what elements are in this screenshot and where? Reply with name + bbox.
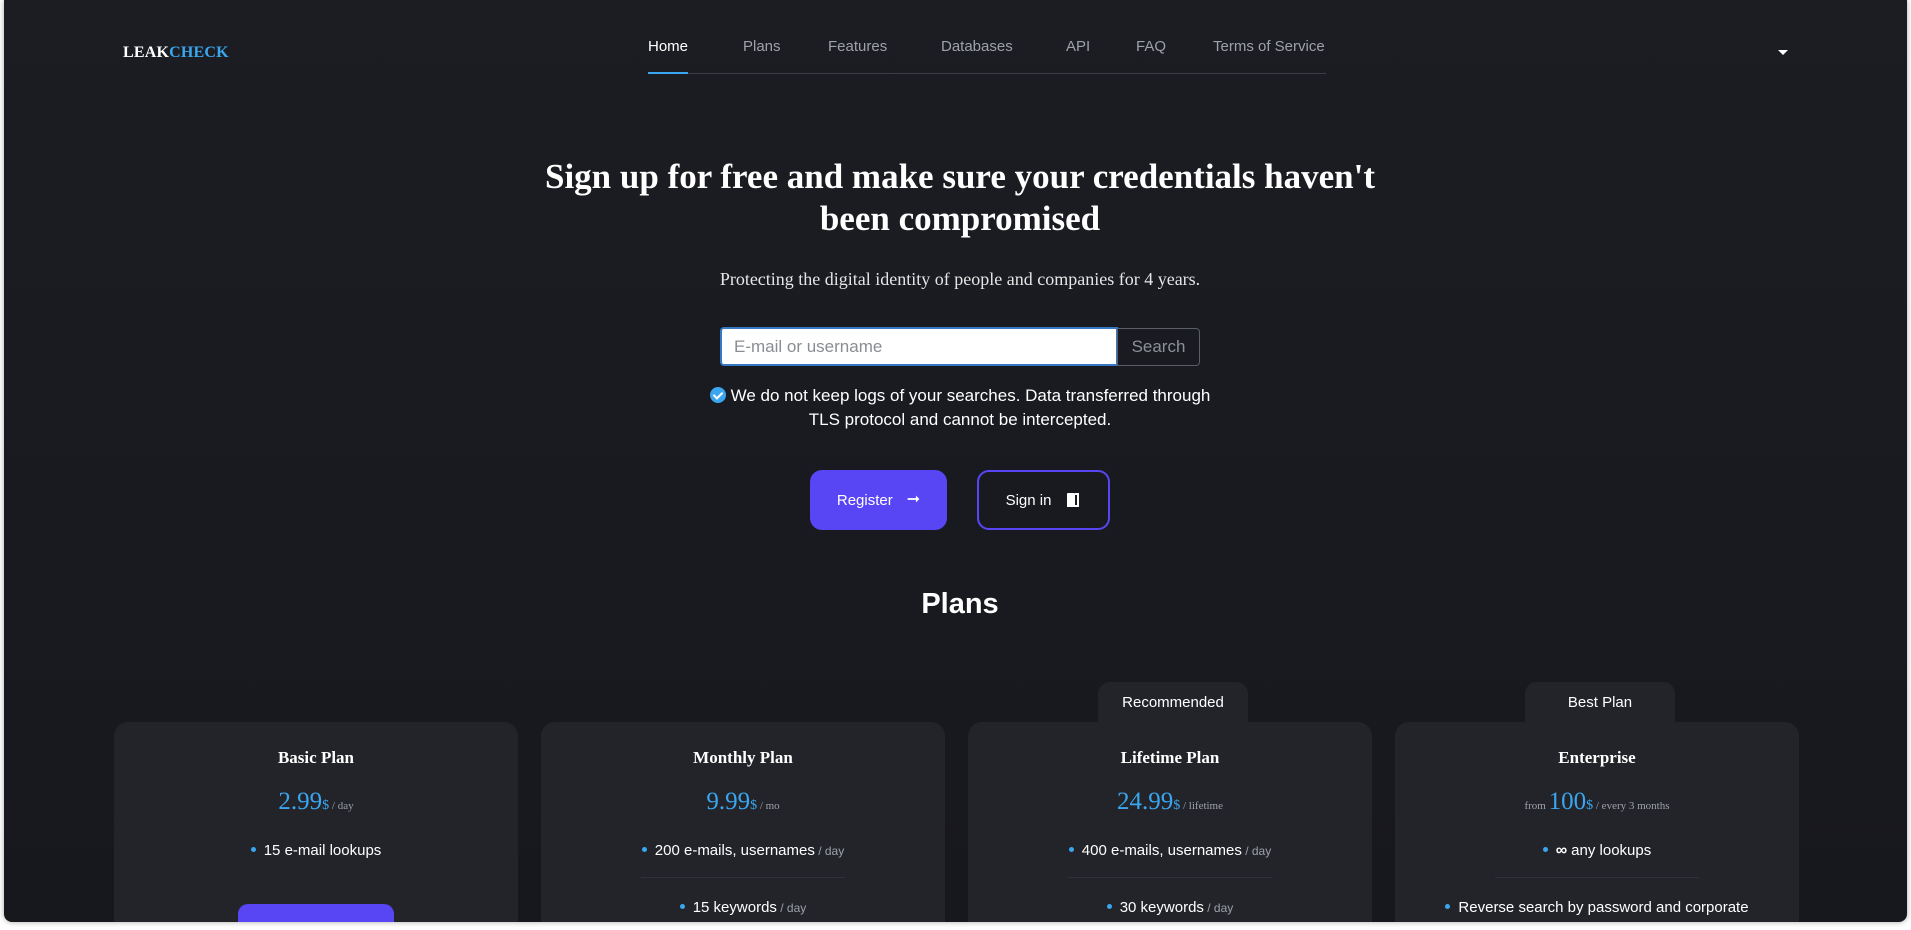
plan-divider <box>1495 877 1699 878</box>
nav-item-plans[interactable]: Plans <box>743 38 781 55</box>
plan-feature: 400 e-mails, usernames / day <box>968 842 1372 859</box>
signin-label: Sign in <box>1005 491 1052 509</box>
plan-price: 9.99$ / mo <box>706 788 780 815</box>
plan-card-enterprise: Enterprise from 100$ / every 3 months ∞ a… <box>1395 722 1799 922</box>
plan-card-basic: Basic Plan 2.99$ / day 15 e-mail lookups <box>114 722 518 922</box>
plan-price: 24.99$ / lifetime <box>1116 788 1223 815</box>
search-input[interactable] <box>720 327 1118 366</box>
plan-feature: Reverse search by password and corporate <box>1395 899 1799 916</box>
register-button[interactable]: Register ➞ <box>810 470 947 530</box>
hero-title: Sign up for free and make sure your cred… <box>544 157 1375 238</box>
plan-feature: 30 keywords / day <box>968 899 1372 916</box>
door-icon <box>1065 492 1081 508</box>
logo-part-check: CHECK <box>169 44 229 61</box>
signin-button[interactable]: Sign in <box>977 470 1110 530</box>
infinity-icon: ∞ <box>1555 842 1568 859</box>
chevron-down-icon[interactable] <box>1778 50 1788 55</box>
plan-feature: 15 e-mail lookups <box>114 842 518 859</box>
plan-card-monthly: Monthly Plan 9.99$ / mo 200 e-mails, use… <box>541 722 945 922</box>
app-window: LEAKCHECK Home Plans Features Databases … <box>4 0 1907 922</box>
plan-title: Monthly Plan <box>693 748 793 767</box>
plans-title: Plans <box>921 588 999 620</box>
plan-title: Enterprise <box>1558 748 1636 767</box>
nav-item-terms[interactable]: Terms of Service <box>1213 38 1325 55</box>
arrow-right-icon: ➞ <box>906 491 921 508</box>
privacy-notice: We do not keep logs of your searches. Da… <box>704 384 1216 432</box>
search-button[interactable]: Search <box>1117 328 1200 366</box>
privacy-notice-text: We do not keep logs of your searches. Da… <box>730 386 1211 429</box>
plan-badge-best: Best Plan <box>1525 682 1675 724</box>
plan-price: 2.99$ / day <box>278 788 354 815</box>
plan-title: Basic Plan <box>277 748 355 767</box>
hero-subtitle: Protecting the digital identity of peopl… <box>719 269 1201 289</box>
main-nav: Home Plans Features Databases API FAQ Te… <box>648 0 1326 74</box>
logo[interactable]: LEAKCHECK <box>123 44 229 62</box>
plan-divider <box>641 877 845 878</box>
register-label: Register <box>836 491 893 509</box>
logo-part-leak: LEAK <box>123 44 170 61</box>
check-circle-icon <box>709 387 726 403</box>
plan-divider <box>1068 877 1272 878</box>
plan-title: Lifetime Plan <box>1120 748 1220 767</box>
nav-item-databases[interactable]: Databases <box>941 38 1013 55</box>
plan-feature: 200 e-mails, usernames / day <box>541 842 945 859</box>
plan-buy-button[interactable] <box>238 904 394 922</box>
nav-item-faq[interactable]: FAQ <box>1136 38 1166 55</box>
plan-card-lifetime: Lifetime Plan 24.99$ / lifetime 400 e-ma… <box>968 722 1372 922</box>
plan-feature: 15 keywords / day <box>541 899 945 916</box>
nav-item-home[interactable]: Home <box>648 38 688 55</box>
nav-item-api[interactable]: API <box>1066 38 1090 55</box>
plan-price: from 100$ / every 3 months <box>1524 788 1670 815</box>
plan-badge-recommended: Recommended <box>1098 682 1248 724</box>
plan-feature: ∞ any lookups <box>1395 842 1799 860</box>
nav-item-features[interactable]: Features <box>828 38 887 55</box>
nav-active-indicator <box>648 72 688 74</box>
